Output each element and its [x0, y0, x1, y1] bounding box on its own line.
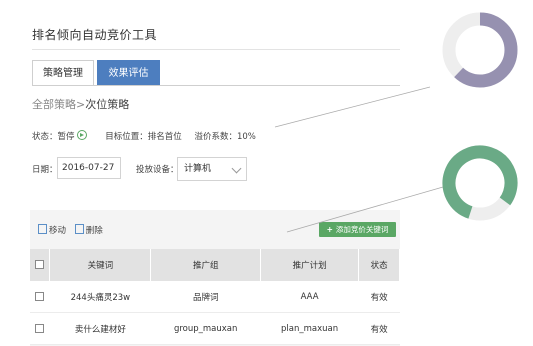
- callout-line-bottom: [286, 186, 444, 233]
- callout-overlay: [274, 12, 518, 233]
- donut-chart-premium: [442, 12, 518, 88]
- donut-chart-ranking: [442, 145, 518, 221]
- callout-line-top: [274, 86, 431, 128]
